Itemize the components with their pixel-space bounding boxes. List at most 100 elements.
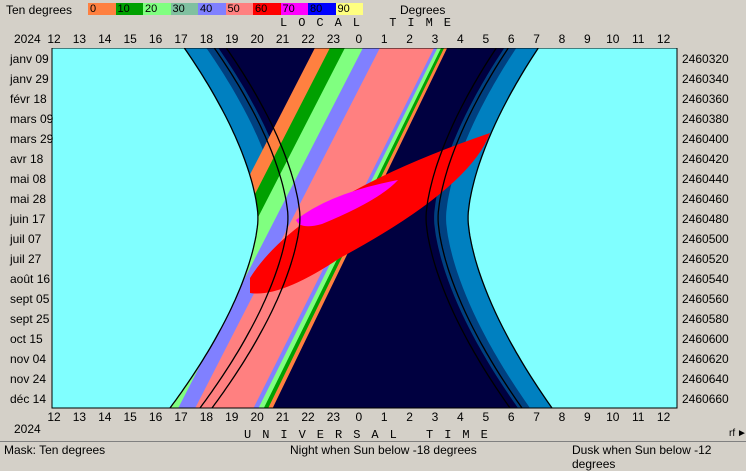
date-label: mars 29 (10, 132, 54, 146)
hour-tick-label: 23 (326, 32, 341, 46)
status-dusk: Dusk when Sun below -12 degrees (572, 443, 712, 471)
julian-day-label: 2460460 (682, 192, 729, 206)
local-time-ruler: LOCAL TIME 2024 12 13 14 15 16 17 18 19 20 21 22 23… (0, 16, 746, 48)
julian-day-label: 2460640 (682, 372, 729, 386)
julian-day-label: 2460380 (682, 112, 729, 126)
julian-day-label: 2460440 (682, 172, 729, 186)
hour-tick-label: 22 (301, 410, 315, 424)
scroll-right-arrow-icon[interactable]: ► (737, 428, 746, 439)
legend-swatch-label: 60 (255, 3, 268, 15)
hour-tick-label: 14 (98, 410, 112, 424)
hour-tick-label: 6 (507, 410, 515, 424)
legend-color-bar: 0 10 20 30 40 50 60 70 80 90 (88, 3, 363, 15)
hour-tick-label: 20 (250, 32, 264, 46)
hour-tick-label: 21 (275, 410, 290, 424)
julian-day-label: 2460400 (682, 132, 729, 146)
hour-tick-label: 15 (123, 410, 137, 424)
julian-day-label: 2460320 (682, 52, 729, 66)
hour-tick-label: 11 (631, 410, 645, 424)
top-year-label: 2024 (14, 32, 41, 46)
universal-time-ruler: 12 13 14 15 16 17 18 19 20 21 22 23 0 1 2 3 4 5 6 7 8 9 10 11 12… (0, 408, 746, 442)
hour-tick-label: 3 (431, 32, 439, 46)
hour-tick-label: 13 (72, 32, 87, 46)
hour-tick-label: 12 (47, 410, 61, 424)
hour-tick-label: 10 (606, 32, 620, 46)
status-night: Night when Sun below -18 degrees (290, 443, 477, 457)
legend-swatch-label: 50 (227, 3, 240, 15)
date-label: oct 15 (10, 332, 43, 346)
date-label: févr 18 (10, 92, 47, 106)
hour-tick-label: 12 (47, 32, 61, 46)
hour-tick-label: 20 (250, 410, 264, 424)
hour-tick-label: 21 (275, 32, 290, 46)
hour-tick-label: 2 (406, 32, 413, 46)
hour-tick-label: 19 (225, 410, 239, 424)
hour-tick-label: 16 (148, 32, 163, 46)
hour-tick-label: 12 (656, 410, 671, 424)
hour-tick-label: 0 (355, 32, 363, 46)
hour-tick-label: 13 (72, 410, 87, 424)
legend-title: Ten degrees (6, 3, 73, 17)
julian-day-label: 2460500 (682, 232, 729, 246)
hour-tick-label: 7 (533, 410, 540, 424)
hour-tick-label: 16 (148, 410, 163, 424)
hour-tick-label: 3 (431, 410, 439, 424)
hour-tick-label: 7 (533, 32, 540, 46)
date-label: mars 09 (10, 112, 54, 126)
bottom-year-label: 2024 (14, 422, 41, 436)
hour-tick-label: 4 (457, 32, 464, 46)
hour-tick-label: 4 (457, 410, 464, 424)
hour-tick-label: 15 (123, 32, 137, 46)
date-label: sept 05 (10, 292, 50, 306)
hour-tick-label: 6 (507, 32, 515, 46)
date-label: juin 17 (10, 212, 46, 226)
universal-time-title: UNIVERSAL TIME (244, 428, 499, 442)
hour-tick-label: 2 (406, 410, 413, 424)
legend-swatch-label: 40 (200, 3, 213, 15)
julian-day-label: 2460560 (682, 292, 729, 306)
julian-day-label: 2460600 (682, 332, 729, 346)
hour-tick-label: 14 (98, 32, 112, 46)
date-label: avr 18 (10, 152, 44, 166)
julian-day-label: 2460660 (682, 392, 729, 406)
hour-tick-label: 18 (199, 32, 214, 46)
hour-tick-label: 0 (355, 410, 363, 424)
julian-day-label: 2460620 (682, 352, 729, 366)
hour-tick-label: 1 (380, 32, 388, 46)
hour-tick-label: 10 (606, 410, 620, 424)
date-label: août 16 (10, 272, 51, 286)
hour-tick-label: 5 (482, 410, 490, 424)
status-mask: Mask: Ten degrees (4, 443, 106, 457)
julian-day-label: 2460480 (682, 212, 729, 226)
julian-day-label: 2460540 (682, 272, 729, 286)
date-label: juil 07 (10, 232, 42, 246)
hour-tick-label: 8 (558, 32, 566, 46)
hour-tick-label: 11 (631, 32, 645, 46)
hour-tick-label: 8 (558, 410, 566, 424)
legend-swatch-label: 0 (90, 3, 97, 15)
hour-tick-label: 1 (380, 410, 388, 424)
hour-tick-label: 17 (174, 32, 188, 46)
hour-tick-label: 17 (174, 410, 188, 424)
legend-swatch-label: 80 (310, 3, 323, 15)
night-chart-svg (51, 48, 678, 409)
date-label: nov 04 (10, 352, 47, 366)
julian-day-label: 2460340 (682, 72, 729, 86)
julian-day-label: 2460360 (682, 92, 729, 106)
date-label: janv 09 (10, 52, 49, 66)
julian-day-label: 2460420 (682, 152, 729, 166)
night-plot: janv 09 janv 29 févr 18 mars 09 mars 29 avr 1… (0, 48, 746, 410)
legend-swatch-label: 20 (145, 3, 158, 15)
local-time-title: LOCAL TIME (280, 16, 463, 30)
date-label: sept 25 (10, 312, 50, 326)
legend-unit: Degrees (400, 3, 446, 17)
julian-day-label: 2460580 (682, 312, 729, 326)
hour-tick-label: 22 (301, 32, 315, 46)
legend-swatch-label: 90 (337, 3, 350, 15)
date-label: mai 28 (10, 192, 47, 206)
corner-label: rf ► (729, 428, 746, 439)
legend-swatch-label: 10 (117, 3, 130, 15)
hour-tick-label: 23 (326, 410, 341, 424)
hour-tick-label: 19 (225, 32, 239, 46)
date-label: juil 27 (10, 252, 42, 266)
